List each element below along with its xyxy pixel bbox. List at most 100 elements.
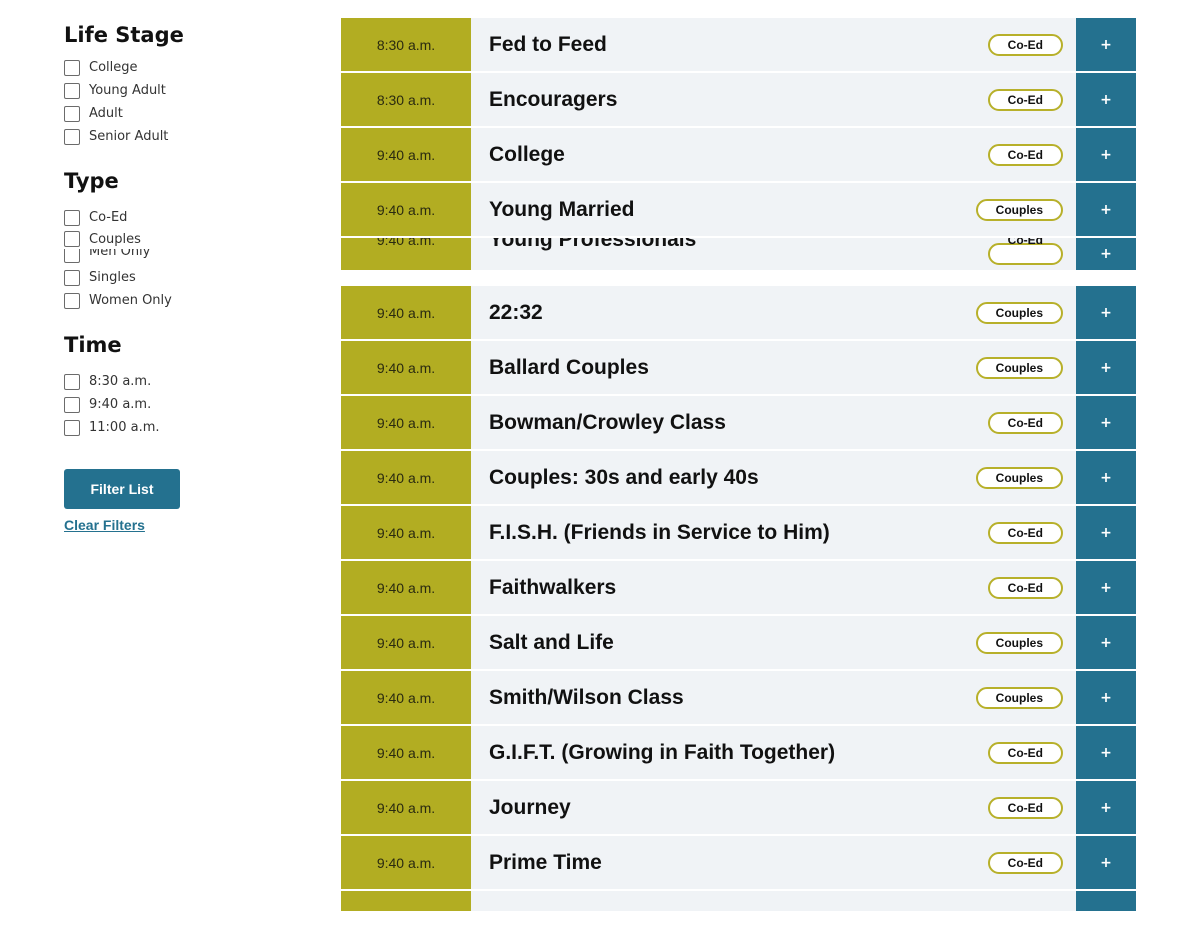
checkbox[interactable] xyxy=(64,231,80,247)
class-row: 9:40 a.m. F.I.S.H. (Friends in Service to… xyxy=(341,506,1136,561)
clear-filters-link[interactable]: Clear Filters xyxy=(64,517,304,533)
plus-icon: + xyxy=(1100,854,1112,871)
expand-plus-button[interactable]: + xyxy=(1076,781,1136,834)
class-info: Journey Co-Ed xyxy=(471,781,1076,834)
expand-plus-button[interactable]: + xyxy=(1076,183,1136,236)
class-list: 8:30 a.m. Fed to Feed Co-Ed +8:30 a.m. Encou… xyxy=(341,18,1136,946)
class-row: 9:40 a.m. Smith/Wilson Class Couples + xyxy=(341,671,1136,726)
expand-plus-button[interactable]: + xyxy=(1076,561,1136,614)
class-time: 9:40 a.m. xyxy=(341,183,471,236)
class-time: 9:40 a.m. xyxy=(341,396,471,449)
class-name: G.I.F.T. (Growing in Faith Together) xyxy=(489,740,836,764)
filter-option-men-only[interactable]: Men Only xyxy=(64,249,304,266)
expand-plus-button[interactable]: + xyxy=(1076,616,1136,669)
expand-plus-button[interactable]: + xyxy=(1076,506,1136,559)
class-type-badge: Couples xyxy=(975,686,1063,709)
class-name: College xyxy=(489,142,565,166)
class-type-badge: Co-Ed xyxy=(987,238,1063,265)
filter-option-co-ed[interactable]: Co-Ed xyxy=(64,206,304,229)
expand-plus-button[interactable]: + xyxy=(1076,836,1136,889)
plus-icon: + xyxy=(1100,304,1112,321)
filter-option-young-adult[interactable]: Young Adult xyxy=(64,79,304,102)
class-info: Encouragers Co-Ed xyxy=(471,73,1076,126)
filter-list-button[interactable]: Filter List xyxy=(64,469,180,509)
checkbox[interactable] xyxy=(64,82,80,99)
checkbox[interactable] xyxy=(64,105,80,122)
class-time: 8:30 a.m. xyxy=(341,73,471,126)
class-row: 9:40 a.m. Young Married Couples + xyxy=(341,183,1136,238)
class-info: Ballard Couples Couples xyxy=(471,341,1076,394)
checkbox[interactable] xyxy=(64,373,80,390)
class-info: Prime Time Co-Ed xyxy=(471,836,1076,889)
class-row-partial xyxy=(341,891,1136,946)
class-type-badge: Couples xyxy=(975,198,1063,221)
expand-plus-button[interactable]: + xyxy=(1076,451,1136,504)
class-time: 9:40 a.m. xyxy=(341,238,471,270)
checkbox[interactable] xyxy=(64,396,80,413)
expand-plus-button[interactable]: + xyxy=(1076,18,1136,71)
class-info: College Co-Ed xyxy=(471,128,1076,181)
plus-icon: + xyxy=(1100,359,1112,376)
plus-icon: + xyxy=(1100,579,1112,596)
expand-plus-button[interactable]: + xyxy=(1076,396,1136,449)
expand-plus-button[interactable]: + xyxy=(1076,73,1136,126)
checkbox[interactable] xyxy=(64,269,80,286)
expand-plus-button[interactable]: + xyxy=(1076,238,1136,270)
filter-option-940[interactable]: 9:40 a.m. xyxy=(64,393,304,416)
life-stage-heading: Life Stage xyxy=(64,23,184,47)
time-heading: Time xyxy=(64,333,122,357)
checkbox[interactable] xyxy=(64,59,80,76)
class-time: 8:30 a.m. xyxy=(341,18,471,71)
class-row: 9:40 a.m. Faithwalkers Co-Ed + xyxy=(341,561,1136,616)
class-info: Young Professionals Co-Ed xyxy=(471,238,1076,270)
class-time: 9:40 a.m. xyxy=(341,836,471,889)
filter-option-senior-adult[interactable]: Senior Adult xyxy=(64,125,304,148)
expand-plus-button[interactable]: + xyxy=(1076,671,1136,724)
class-time: 9:40 a.m. xyxy=(341,341,471,394)
filter-option-adult[interactable]: Adult xyxy=(64,102,304,125)
expand-plus-button[interactable]: + xyxy=(1076,726,1136,779)
checkbox[interactable] xyxy=(64,128,80,145)
class-name: Encouragers xyxy=(489,87,618,111)
plus-icon: + xyxy=(1100,91,1112,108)
class-row: 9:40 a.m. 22:32 Couples + xyxy=(341,286,1136,341)
class-row: 9:40 a.m. Salt and Life Couples + xyxy=(341,616,1136,671)
class-name: Couples: 30s and early 40s xyxy=(489,465,759,489)
expand-plus-button[interactable] xyxy=(1076,891,1136,911)
class-row: 9:40 a.m. Ballard Couples Couples + xyxy=(341,341,1136,396)
expand-plus-button[interactable]: + xyxy=(1076,341,1136,394)
class-info: Bowman/Crowley Class Co-Ed xyxy=(471,396,1076,449)
checkbox[interactable] xyxy=(64,419,80,436)
class-time: 9:40 a.m. xyxy=(341,561,471,614)
class-info: 22:32 Couples xyxy=(471,286,1076,339)
checkbox[interactable] xyxy=(64,209,80,226)
filter-option-830[interactable]: 8:30 a.m. xyxy=(64,370,304,393)
filter-option-1100[interactable]: 11:00 a.m. xyxy=(64,416,304,439)
filter-option-couples[interactable]: Couples xyxy=(64,229,304,249)
expand-plus-button[interactable]: + xyxy=(1076,286,1136,339)
class-name: Salt and Life xyxy=(489,630,614,654)
class-name: Young Married xyxy=(489,197,635,221)
filter-option-college[interactable]: College xyxy=(64,56,304,79)
checkbox[interactable] xyxy=(64,292,80,309)
class-row: 9:40 a.m. Journey Co-Ed + xyxy=(341,781,1136,836)
class-row: 9:40 a.m. Prime Time Co-Ed + xyxy=(341,836,1136,891)
filter-option-singles[interactable]: Singles xyxy=(64,266,304,289)
type-heading: Type xyxy=(64,169,119,193)
class-info: Fed to Feed Co-Ed xyxy=(471,18,1076,71)
plus-icon: + xyxy=(1100,799,1112,816)
expand-plus-button[interactable]: + xyxy=(1076,128,1136,181)
class-time: 9:40 a.m. xyxy=(341,671,471,724)
class-name: Faithwalkers xyxy=(489,575,617,599)
plus-icon: + xyxy=(1100,36,1112,53)
class-name: Smith/Wilson Class xyxy=(489,685,684,709)
class-time: 9:40 a.m. xyxy=(341,451,471,504)
class-name: Bowman/Crowley Class xyxy=(489,410,726,434)
class-row: 9:40 a.m. College Co-Ed + xyxy=(341,128,1136,183)
class-name: Prime Time xyxy=(489,850,602,874)
plus-icon: + xyxy=(1100,744,1112,761)
checkbox[interactable] xyxy=(64,249,80,263)
class-type-badge: Co-Ed xyxy=(987,796,1063,819)
filter-option-women-only[interactable]: Women Only xyxy=(64,289,304,312)
class-type-badge: Co-Ed xyxy=(987,143,1063,166)
